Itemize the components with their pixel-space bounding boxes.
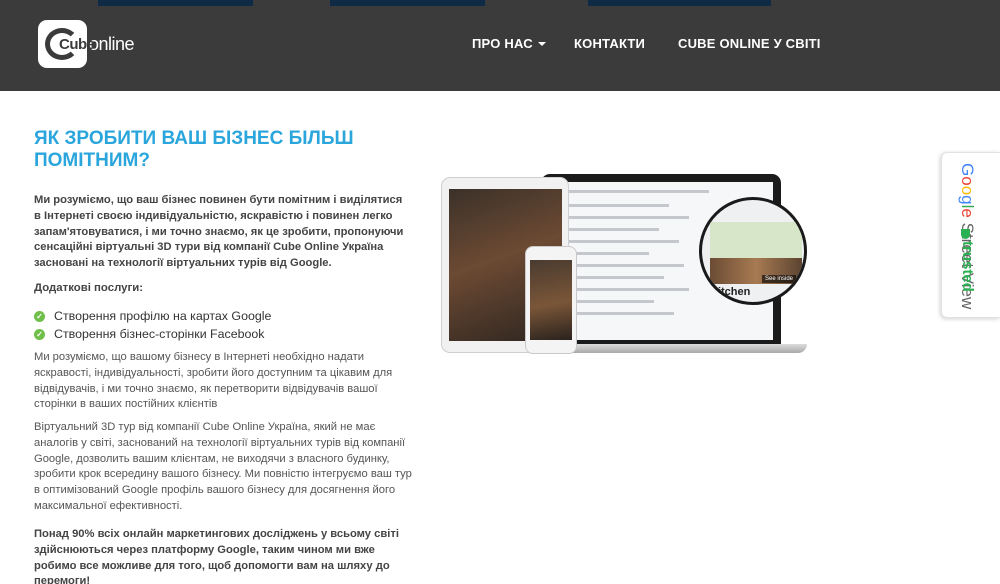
nav-cube-world[interactable]: CUBE ONLINE У СВІТІ <box>678 36 821 51</box>
trusted-label: trusted <box>959 241 976 292</box>
top-tab-1[interactable] <box>98 0 253 6</box>
magnifier-image: See inside Kitchen <box>699 197 807 305</box>
page-title: ЯК ЗРОБИТИ ВАШ БІЗНЕС БІЛЬШ ПОМІТНИМ? <box>34 128 354 171</box>
logo-mark-text: Cube <box>59 36 95 53</box>
service-label: Створення бізнес-сторінки Facebook <box>54 327 265 341</box>
phone-image <box>525 246 577 354</box>
paragraph-4: Понад 90% всіх онлайн маркетингових досл… <box>34 528 399 584</box>
google-street-view-trusted-badge[interactable]: Google Street View trusted <box>941 152 1000 318</box>
service-label: Створення профілю на картах Google <box>54 309 272 323</box>
nav-about[interactable]: ПРО НАС <box>472 36 546 51</box>
chevron-down-icon <box>537 41 546 46</box>
logo-text: online <box>89 33 135 54</box>
check-icon: ✓ <box>34 328 45 340</box>
intro-paragraph: Ми розуміємо, що ваш бізнес повинен бути… <box>34 194 404 270</box>
logo[interactable]: Cube online <box>38 20 135 68</box>
list-item: ✓ Створення профілю на картах Google <box>34 309 271 323</box>
top-tab-3[interactable] <box>588 0 771 6</box>
cube-logo-icon: Cube <box>38 20 95 68</box>
site-header: Cube online ПРО НАС КОНТАКТИ CUBE ONLINE… <box>0 0 1000 91</box>
nav-cube-world-label: CUBE ONLINE У СВІТІ <box>678 36 821 51</box>
check-icon: ✓ <box>34 310 45 322</box>
magnifier-label: Kitchen <box>710 286 751 298</box>
paragraph-3: Віртуальний 3D тур від компанії Cube Onl… <box>34 421 412 512</box>
services-heading: Додаткові послуги: <box>34 282 144 294</box>
devices-illustration: See inside Kitchen <box>441 172 811 362</box>
top-tab-2[interactable] <box>330 0 485 6</box>
paragraph-2: Ми розуміємо, що вашому бізнесу в Інтерн… <box>34 351 393 411</box>
nav-about-label: ПРО НАС <box>472 36 533 51</box>
nav-contacts-label: КОНТАКТИ <box>574 36 646 51</box>
list-item: ✓ Створення бізнес-сторінки Facebook <box>34 327 264 341</box>
nav-contacts[interactable]: КОНТАКТИ <box>574 36 645 51</box>
shield-check-icon <box>961 229 970 239</box>
see-inside-badge: See inside <box>762 275 797 283</box>
